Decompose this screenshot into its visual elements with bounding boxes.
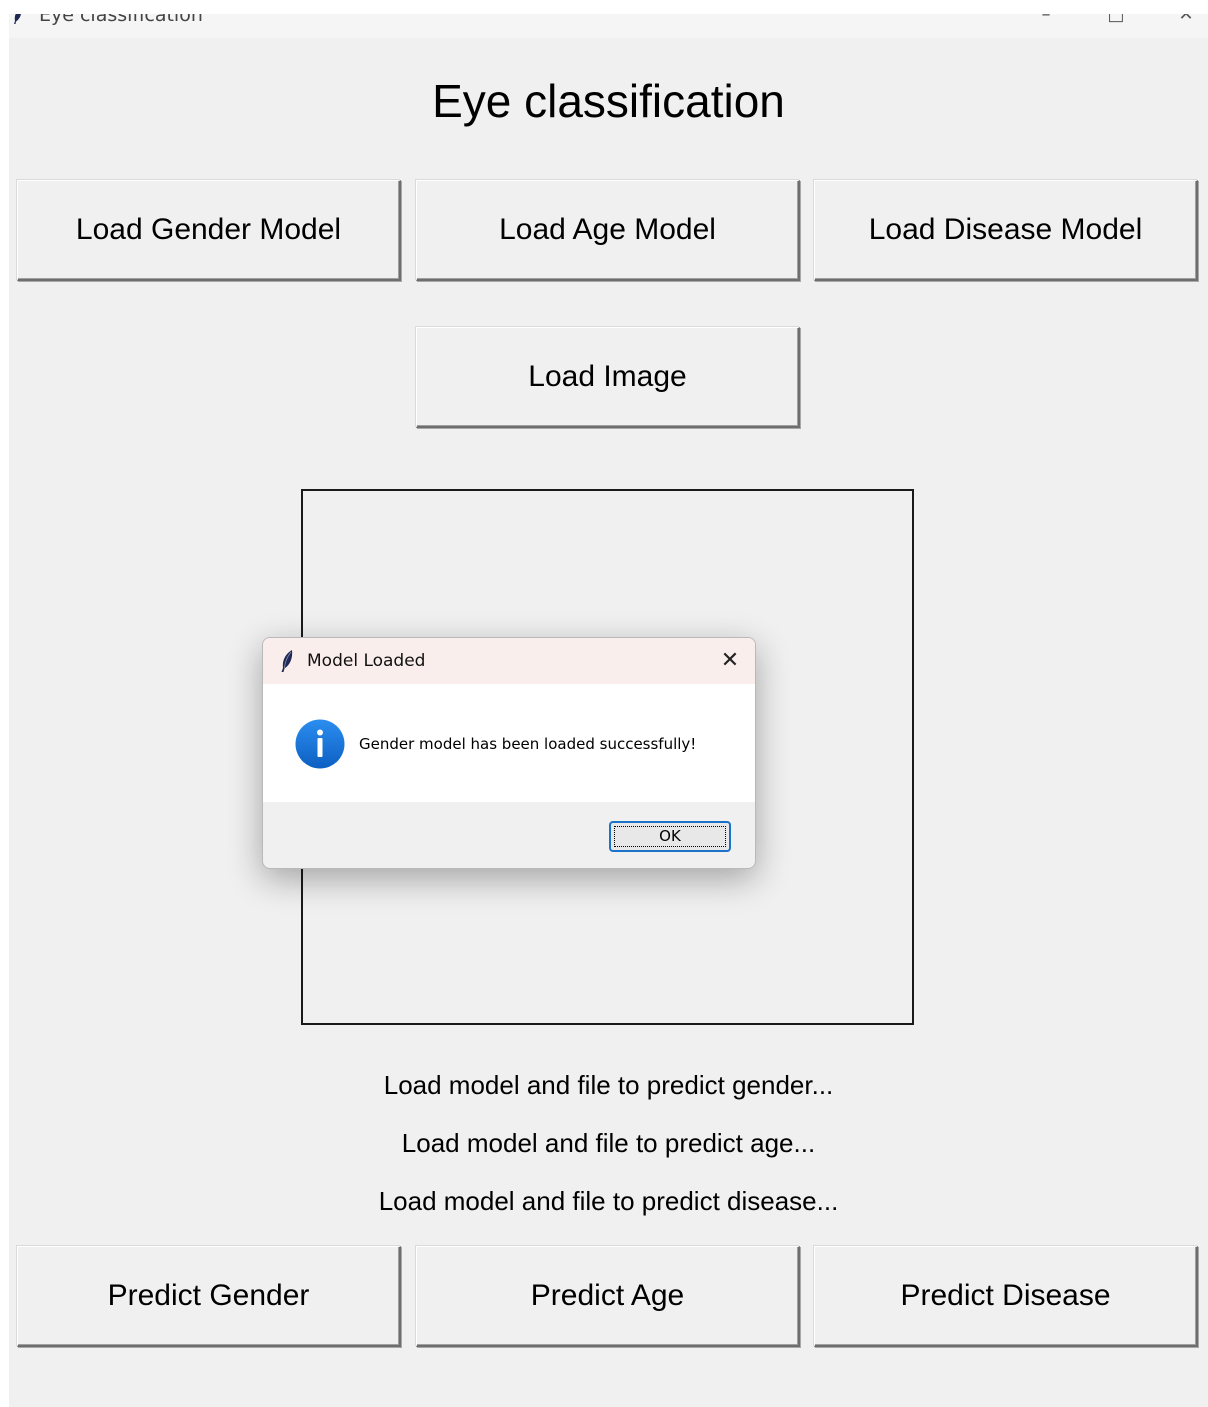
gender-status-label: Load model and file to predict gender... (383, 1070, 834, 1100)
ok-button[interactable]: OK (609, 821, 731, 852)
predict-gender-button[interactable]: Predict Gender (17, 1246, 401, 1347)
predict-age-button[interactable]: Predict Age (416, 1246, 800, 1347)
dialog-message: Gender model has been loaded successfull… (359, 735, 697, 753)
age-status-label: Load model and file to predict age... (401, 1128, 816, 1158)
info-icon (295, 719, 345, 769)
load-age-model-button[interactable]: Load Age Model (416, 180, 800, 281)
page-title: Eye classification (432, 75, 785, 127)
ok-button-label: OK (659, 827, 681, 845)
dialog-body: Gender model has been loaded successfull… (263, 684, 755, 802)
load-disease-model-button[interactable]: Load Disease Model (814, 180, 1198, 281)
model-loaded-dialog: Model Loaded ✕ Gender model has been loa… (262, 637, 756, 869)
disease-status-label: Load model and file to predict disease..… (378, 1186, 839, 1216)
screenshot-crop-edge (9, 0, 1208, 14)
load-gender-model-button[interactable]: Load Gender Model (17, 180, 401, 281)
dialog-close-button[interactable]: ✕ (713, 646, 747, 676)
dialog-titlebar: Model Loaded ✕ (263, 638, 755, 684)
dialog-title: Model Loaded (307, 651, 426, 671)
predict-disease-button[interactable]: Predict Disease (814, 1246, 1198, 1347)
feather-icon (281, 650, 293, 672)
load-image-button[interactable]: Load Image (416, 327, 800, 428)
